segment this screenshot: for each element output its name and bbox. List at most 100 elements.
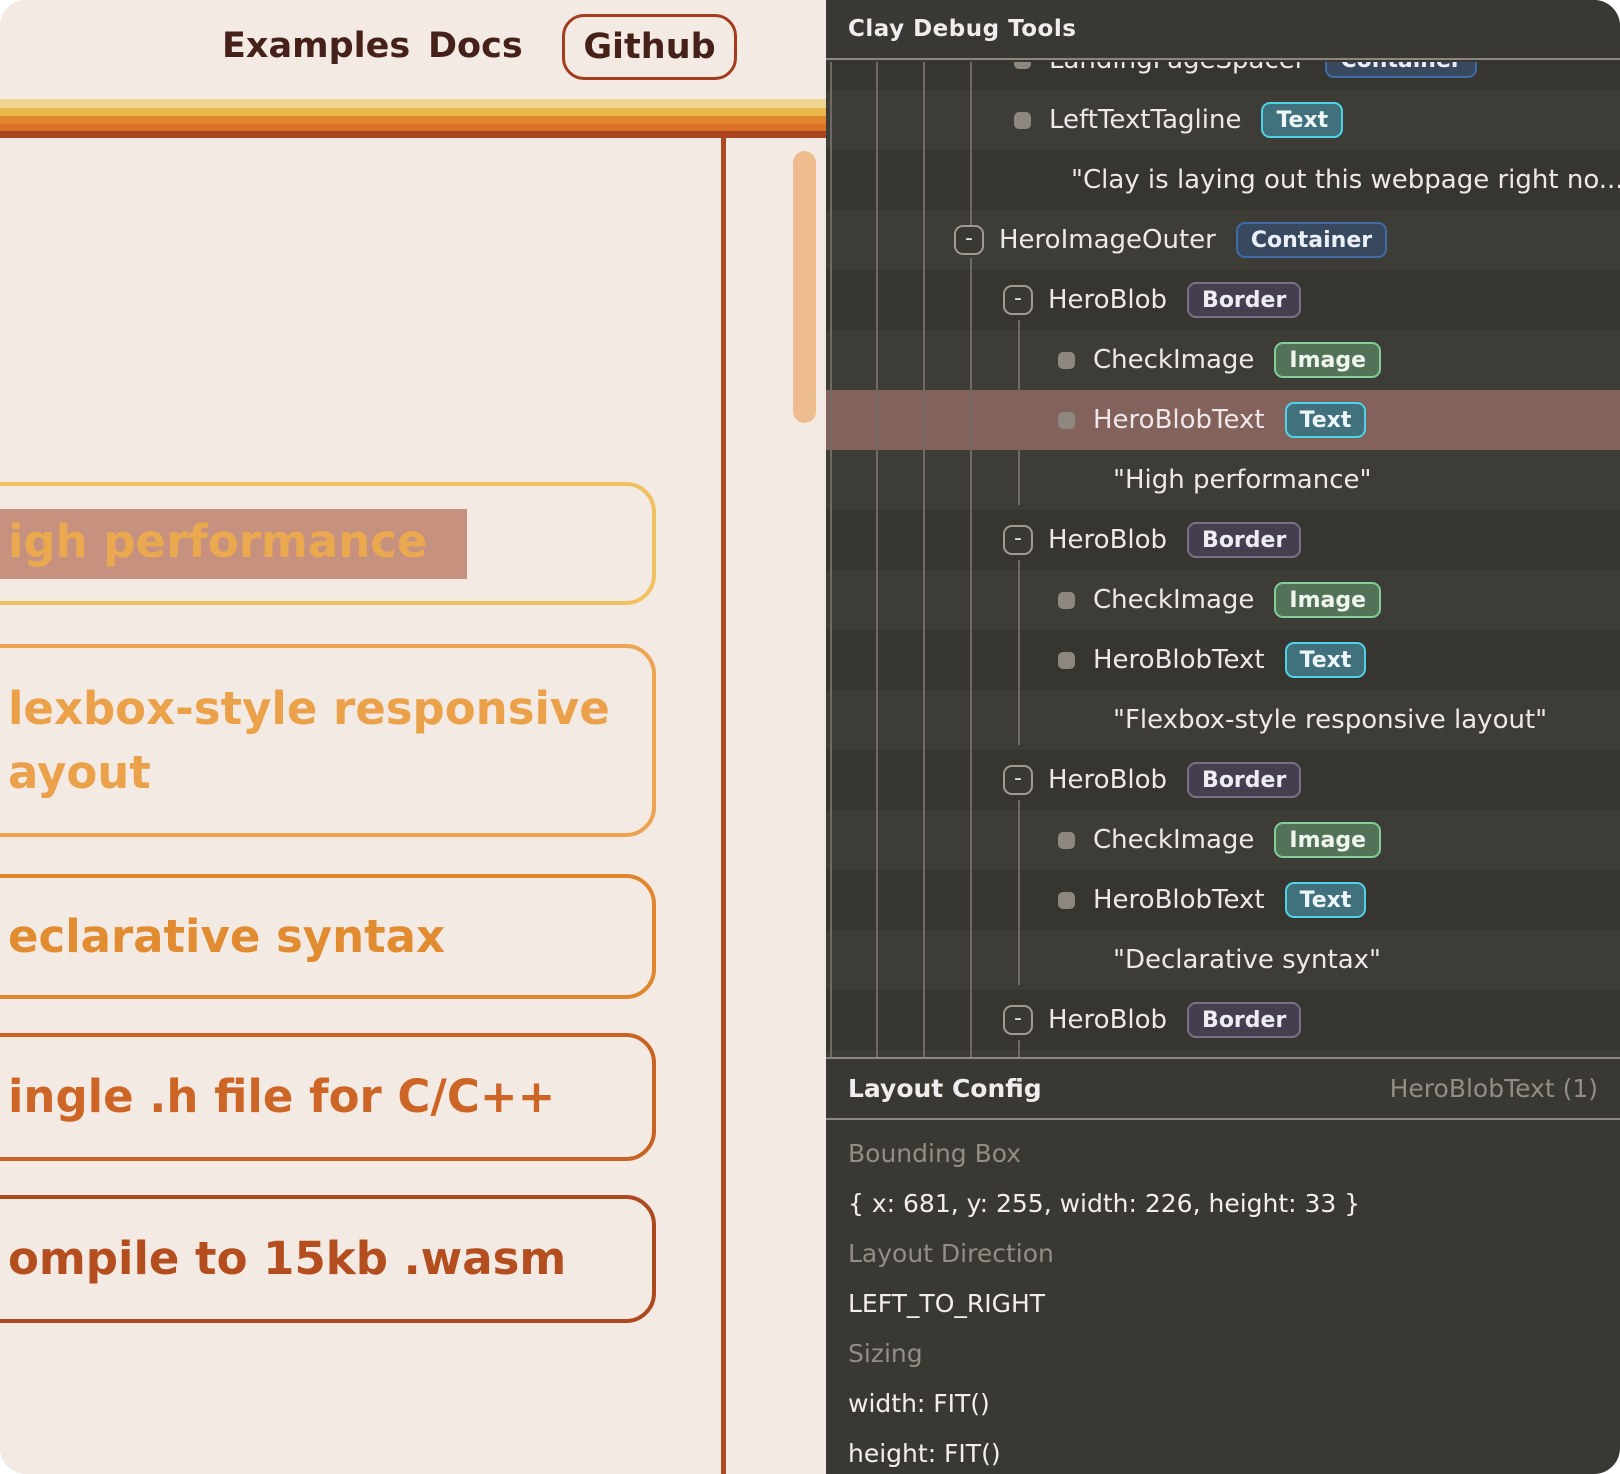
- tree-guide-line: [923, 62, 925, 1057]
- collapse-toggle-button[interactable]: -: [1003, 285, 1033, 315]
- tree-element-row[interactable]: HeroBlobText Text: [826, 630, 1620, 690]
- github-button[interactable]: Github: [562, 14, 737, 80]
- element-name: LandingPageSpacer: [1049, 62, 1305, 75]
- feature-card-text: ingle .h file for C/C++: [8, 1065, 652, 1129]
- element-type-badge: Text: [1285, 882, 1367, 918]
- debug-panel-title: Clay Debug Tools: [848, 16, 1076, 42]
- element-type-badge: Text: [1261, 102, 1343, 138]
- element-name: HeroBlob: [1048, 285, 1167, 315]
- tree-element-row[interactable]: LandingPageSpacer Container: [826, 62, 1620, 90]
- feature-card: lexbox-style responsiveayout: [0, 644, 656, 837]
- tree-connector-line: [1018, 560, 1020, 745]
- layout-config-title: Layout Config: [848, 1074, 1042, 1103]
- config-value: width: FIT(): [848, 1378, 1598, 1428]
- element-type-badge: Border: [1187, 522, 1301, 558]
- feature-card-text: eclarative syntax: [8, 905, 652, 969]
- debug-selection-highlight: igh performance: [0, 509, 467, 579]
- element-type-badge: Image: [1274, 822, 1381, 858]
- tree-row-partial: [826, 1050, 1620, 1057]
- feature-card: ompile to 15kb .wasm: [0, 1195, 656, 1323]
- leaf-bullet-icon: [1058, 412, 1075, 429]
- element-name: CheckImage: [1093, 585, 1254, 615]
- element-type-badge: Text: [1285, 642, 1367, 678]
- app-window: Examples Docs Github igh performance lexb…: [0, 0, 1620, 1474]
- element-name: HeroBlob: [1048, 525, 1167, 555]
- element-name: HeroImageOuter: [999, 225, 1216, 255]
- element-name: LeftTextTagline: [1049, 105, 1241, 135]
- element-text-content: "Declarative syntax": [1113, 945, 1381, 975]
- tree-text-row[interactable]: "High performance": [826, 450, 1620, 510]
- feature-card-text: igh performance: [8, 509, 652, 579]
- tree-element-row[interactable]: HeroBlobText Text: [826, 390, 1620, 450]
- nav-link-examples[interactable]: Examples: [222, 26, 410, 66]
- config-value: height: FIT(): [848, 1428, 1598, 1474]
- collapse-toggle-button[interactable]: -: [1003, 765, 1033, 795]
- tree-guide-line: [876, 62, 878, 1057]
- collapse-toggle-button[interactable]: -: [954, 225, 984, 255]
- page-vertical-divider: [721, 138, 726, 1474]
- element-name: CheckImage: [1093, 825, 1254, 855]
- element-type-badge: Border: [1187, 762, 1301, 798]
- element-type-badge: Border: [1187, 1002, 1301, 1038]
- feature-card-text: ompile to 15kb .wasm: [8, 1227, 652, 1291]
- element-text-content: "Flexbox-style responsive layout": [1113, 705, 1547, 735]
- feature-card: ingle .h file for C/C++: [0, 1033, 656, 1161]
- element-text-content: "High performance": [1113, 465, 1371, 495]
- element-tree: LandingPageSpacer Container LeftTextTaglin…: [826, 62, 1620, 1057]
- config-value: { x: 681, y: 255, width: 226, height: 33…: [848, 1178, 1598, 1228]
- leaf-bullet-icon: [1058, 892, 1075, 909]
- leaf-bullet-icon: [1014, 112, 1031, 129]
- config-value: LEFT_TO_RIGHT: [848, 1278, 1598, 1328]
- tree-element-row[interactable]: -HeroBlob Border: [826, 270, 1620, 330]
- element-name: HeroBlob: [1048, 765, 1167, 795]
- element-type-badge: Border: [1187, 282, 1301, 318]
- tree-element-row[interactable]: -HeroBlob Border: [826, 750, 1620, 810]
- layout-config-header: Layout Config HeroBlobText (1): [826, 1057, 1620, 1120]
- feature-card-text: lexbox-style responsive: [8, 677, 652, 741]
- tree-text-row[interactable]: "Clay is laying out this webpage right n…: [826, 150, 1620, 210]
- tree-guide-line: [830, 62, 832, 1057]
- feature-card: eclarative syntax: [0, 874, 656, 999]
- tree-element-row[interactable]: CheckImage Image: [826, 570, 1620, 630]
- leaf-bullet-icon: [1058, 652, 1075, 669]
- tree-element-row[interactable]: CheckImage Image: [826, 330, 1620, 390]
- collapse-toggle-button[interactable]: -: [1003, 525, 1033, 555]
- tree-element-row[interactable]: -HeroBlobBorder: [826, 990, 1620, 1050]
- leaf-bullet-icon: [1014, 62, 1031, 69]
- element-name: HeroBlobText: [1093, 885, 1265, 915]
- tree-element-row[interactable]: -HeroImageOuter Container: [826, 210, 1620, 270]
- tree-text-row[interactable]: "Declarative syntax": [826, 930, 1620, 990]
- config-section-label: Sizing: [848, 1328, 1598, 1378]
- tree-guide-line: [970, 258, 972, 1057]
- tree-element-row[interactable]: LeftTextTagline Text: [826, 90, 1620, 150]
- tree-guide-line: [970, 62, 972, 225]
- debug-panel-titlebar: Clay Debug Tools: [826, 0, 1620, 60]
- element-name: HeroBlobText: [1093, 405, 1265, 435]
- nav-link-docs[interactable]: Docs: [428, 26, 523, 66]
- element-type-badge: Container: [1236, 222, 1387, 258]
- collapse-toggle-button[interactable]: -: [1003, 1005, 1033, 1035]
- tree-connector-line: [1018, 800, 1020, 985]
- element-name: CheckImage: [1093, 345, 1254, 375]
- tree-element-row[interactable]: -HeroBlob Border: [826, 510, 1620, 570]
- element-type-badge: Container: [1325, 62, 1476, 78]
- tree-element-row[interactable]: CheckImage Image: [826, 810, 1620, 870]
- leaf-bullet-icon: [1058, 592, 1075, 609]
- tree-element-row[interactable]: HeroBlobText Text: [826, 870, 1620, 930]
- element-type-badge: Image: [1274, 342, 1381, 378]
- debug-panel: Clay Debug Tools x LandingPageSpacerCont…: [826, 0, 1620, 1474]
- tree-connector-line: [1018, 1040, 1020, 1057]
- feature-card: igh performance: [0, 482, 656, 605]
- page-scrollbar-thumb[interactable]: [793, 151, 816, 423]
- config-section-label: Bounding Box: [848, 1128, 1598, 1178]
- layout-config-body: Bounding Box{ x: 681, y: 255, width: 226…: [848, 1122, 1598, 1474]
- feature-card-text: ayout: [8, 741, 652, 805]
- element-type-badge: Image: [1274, 582, 1381, 618]
- element-text-content: "Clay is laying out this webpage right n…: [1071, 165, 1620, 195]
- selected-element-label: HeroBlobText (1): [1390, 1074, 1598, 1103]
- leaf-bullet-icon: [1058, 832, 1075, 849]
- element-name: HeroBlobText: [1093, 645, 1265, 675]
- config-section-label: Layout Direction: [848, 1228, 1598, 1278]
- element-type-badge: Text: [1285, 402, 1367, 438]
- tree-text-row[interactable]: "Flexbox-style responsive layout": [826, 690, 1620, 750]
